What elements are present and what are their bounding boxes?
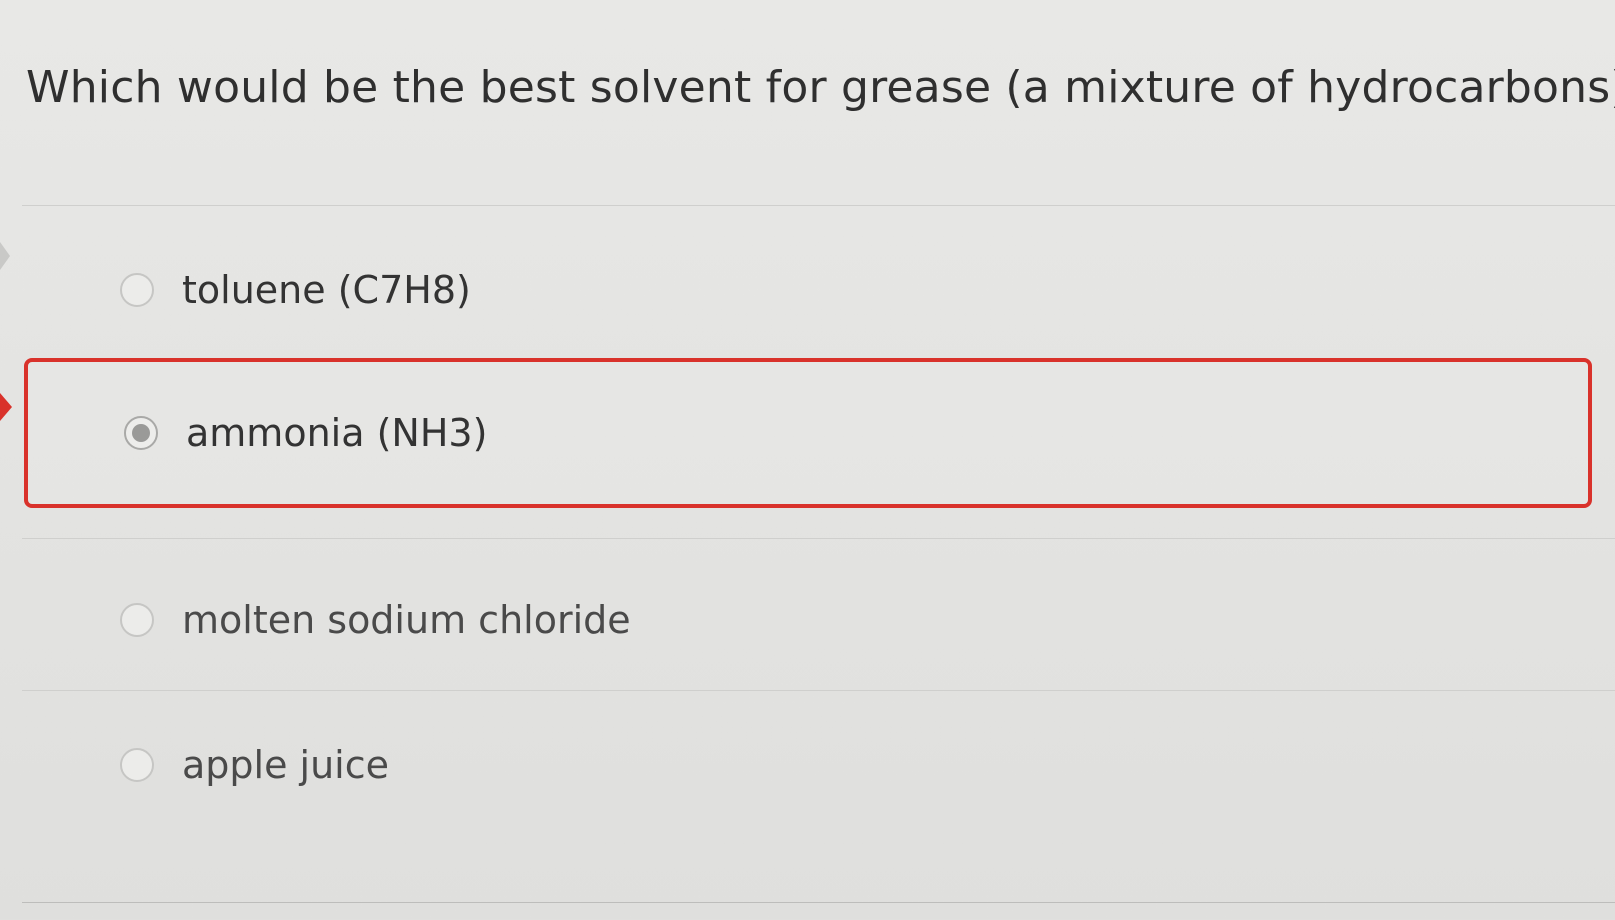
answer-option-molten-sodium-chloride[interactable]: molten sodium chloride: [24, 560, 1592, 680]
answer-option-label: molten sodium chloride: [182, 598, 631, 642]
divider: [22, 690, 1615, 691]
question-text: Which would be the best solvent for grea…: [26, 62, 1615, 113]
answer-option-label: apple juice: [182, 743, 390, 787]
chevron-right-icon: [0, 242, 10, 270]
answer-option-apple-juice[interactable]: apple juice: [24, 705, 1592, 825]
radio-button-icon[interactable]: [124, 416, 158, 450]
radio-button-icon[interactable]: [120, 603, 154, 637]
divider: [22, 902, 1615, 903]
chevron-right-icon: [0, 393, 12, 421]
divider: [22, 538, 1615, 539]
answer-option-label: ammonia (NH3): [186, 411, 488, 455]
radio-button-icon[interactable]: [120, 748, 154, 782]
question-card: Which would be the best solvent for grea…: [0, 0, 1615, 920]
radio-button-icon[interactable]: [120, 273, 154, 307]
answer-option-toluene[interactable]: toluene (C7H8): [24, 230, 1592, 350]
answer-option-ammonia[interactable]: ammonia (NH3): [24, 358, 1592, 508]
divider: [22, 205, 1615, 206]
answer-option-label: toluene (C7H8): [182, 268, 471, 312]
